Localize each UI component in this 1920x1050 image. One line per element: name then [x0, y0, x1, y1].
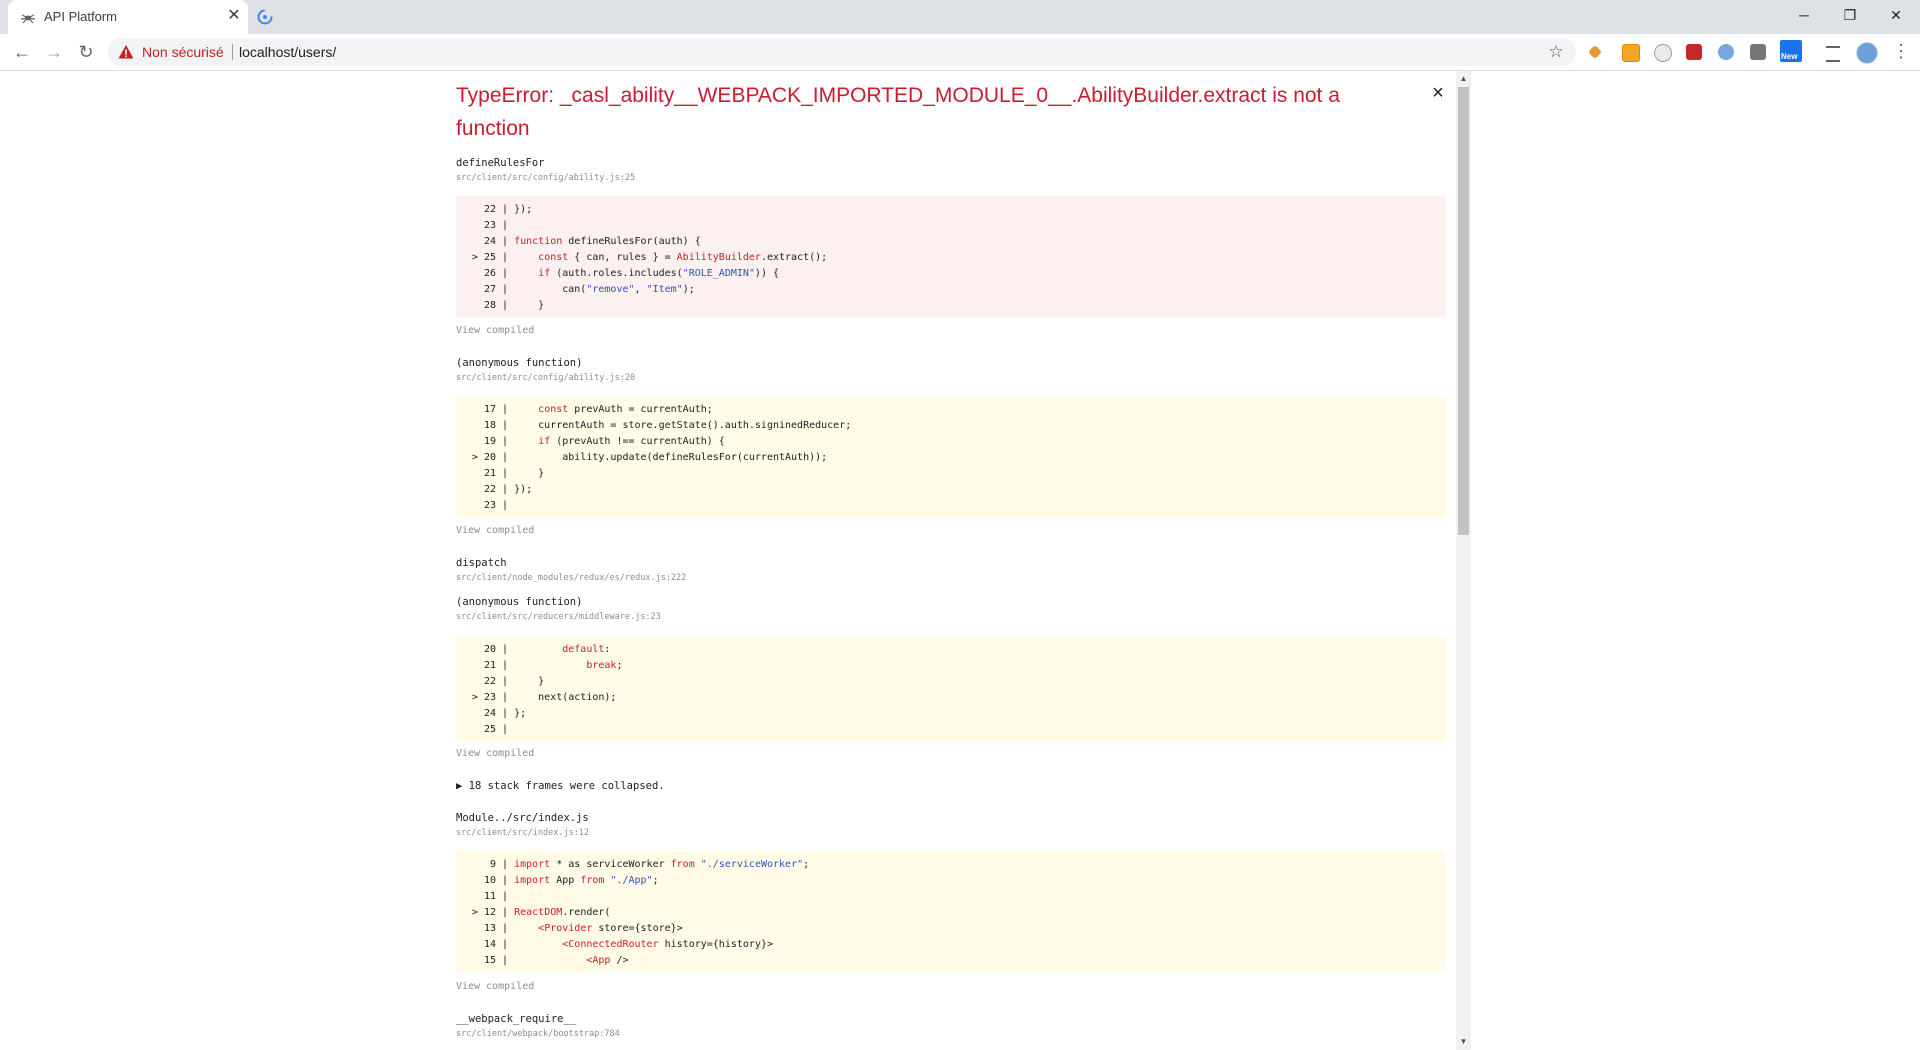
code-line: 18 | currentAuth = store.getState().auth… [471, 420, 852, 431]
code-block: 17 | const prevAuth = currentAuth; 18 | … [456, 396, 1446, 517]
code-line: > 12 | ReactDOM.render( [471, 907, 611, 918]
code-line: 11 | [471, 891, 509, 902]
code-line: 21 | break; [471, 660, 623, 671]
scroll-down-arrow-icon[interactable]: ▼ [1458, 1036, 1469, 1048]
view-compiled-link[interactable]: View compiled [456, 525, 534, 536]
code-line: > 23 | next(action); [471, 692, 617, 703]
honey-icon[interactable] [1622, 44, 1640, 62]
stack-frame-function: defineRulesFor [456, 157, 545, 169]
back-arrow-icon[interactable]: ← [8, 38, 36, 66]
tab-title: API Platform [44, 9, 117, 24]
code-line: 28 | } [471, 300, 545, 311]
code-line: 26 | if (auth.roles.includes("ROLE_ADMIN… [471, 268, 780, 279]
url-text[interactable]: localhost/users/ [239, 44, 336, 60]
spider-icon [20, 14, 36, 24]
code-line: > 20 | ability.update(defineRulesFor(cur… [471, 452, 828, 463]
tab-strip: API Platform ✕ ─ ❐ ✕ [0, 0, 1920, 34]
code-block: 9 | import * as serviceWorker from "./se… [456, 851, 1446, 972]
stack-frame-function: dispatch [456, 557, 507, 569]
profile-avatar[interactable] [1856, 42, 1878, 64]
stack-frame-function: (anonymous function) [456, 357, 583, 369]
code-line: 24 | }; [471, 708, 527, 719]
code-line: 9 | import * as serviceWorker from "./se… [471, 859, 810, 870]
address-bar[interactable]: Non sécurisé localhost/users/ ☆ [108, 38, 1576, 66]
error-title: TypeError: _casl_ability__WEBPACK_IMPORT… [456, 84, 1340, 140]
stack-frame-location[interactable]: src/client/node_modules/redux/es/redux.j… [456, 573, 686, 583]
code-line: 23 | [471, 220, 509, 231]
error-overlay: TypeError: _casl_ability__WEBPACK_IMPORT… [456, 71, 1448, 1050]
stack-frame-location[interactable]: src/client/src/config/ability.js:20 [456, 373, 635, 383]
more-menu-icon[interactable]: ⋮ [1892, 42, 1910, 62]
new-badge: New [1781, 52, 1798, 61]
code-line: 17 | const prevAuth = currentAuth; [471, 404, 713, 415]
react-devtools-icon[interactable] [1587, 44, 1603, 60]
scroll-up-arrow-icon[interactable]: ▲ [1458, 73, 1469, 85]
compass-icon[interactable] [1718, 44, 1734, 60]
maximize-button[interactable]: ❐ [1828, 0, 1872, 30]
new-extension-icon[interactable]: New [1780, 40, 1802, 62]
reading-list-icon[interactable] [1826, 46, 1840, 62]
view-compiled-link[interactable]: View compiled [456, 981, 534, 992]
code-line: 14 | <ConnectedRouter history={history}> [471, 939, 773, 950]
collapsed-frames-toggle[interactable]: ▶ 18 stack frames were collapsed. [456, 780, 665, 792]
code-line: 24 | function defineRulesFor(auth) { [471, 236, 701, 247]
view-compiled-link[interactable]: View compiled [456, 748, 534, 759]
forward-arrow-icon[interactable]: → [40, 38, 68, 66]
bookmark-star-icon[interactable]: ☆ [1546, 42, 1566, 62]
code-line: 19 | if (prevAuth !== currentAuth) { [471, 436, 725, 447]
timer-icon[interactable] [1654, 44, 1672, 62]
stack-frame-location[interactable]: src/client/src/config/ability.js:25 [456, 173, 635, 183]
reload-icon[interactable]: ↻ [72, 38, 100, 66]
stack-frame-location[interactable]: src/client/src/reducers/middleware.js:23 [456, 612, 661, 622]
view-compiled-link[interactable]: View compiled [456, 325, 534, 336]
code-line: 15 | <App /> [471, 955, 629, 966]
warning-icon [118, 45, 134, 59]
page-viewport: TypeError: _casl_ability__WEBPACK_IMPORT… [0, 71, 1920, 1050]
security-label[interactable]: Non sécurisé [142, 44, 224, 60]
browser-toolbar: ← → ↻ Non sécurisé localhost/users/ ☆ Ne… [0, 34, 1920, 71]
close-tab-icon[interactable]: ✕ [224, 6, 244, 26]
stack-frame-location[interactable]: src/client/src/index.js:12 [456, 828, 589, 838]
stack-frame-function: Module../src/index.js [456, 812, 589, 824]
stack-frame-location[interactable]: src/client/webpack/bootstrap:784 [456, 1029, 620, 1039]
stack-frame-function: (anonymous function) [456, 596, 583, 608]
omnibox-divider [232, 44, 233, 60]
close-window-button[interactable]: ✕ [1874, 0, 1918, 30]
camera-icon[interactable] [1750, 44, 1766, 60]
minimize-button[interactable]: ─ [1782, 0, 1826, 30]
code-line: 13 | <Provider store={store}> [471, 923, 683, 934]
code-block: 22 | }); 23 | 24 | function defineRulesF… [456, 196, 1446, 317]
code-block: 20 | default: 21 | break; 22 | } > 23 | n… [456, 636, 1446, 741]
code-line: 20 | default: [471, 644, 611, 655]
loading-tab-icon[interactable] [256, 8, 274, 26]
redux-icon[interactable] [1686, 44, 1702, 60]
stack-frame-function: __webpack_require__ [456, 1013, 577, 1025]
code-line: 22 | }); [471, 484, 533, 495]
code-line: 10 | import App from "./App"; [471, 875, 659, 886]
code-line: 23 | [471, 500, 509, 511]
close-icon[interactable]: × [1426, 81, 1450, 105]
code-line: 22 | }); [471, 204, 533, 215]
tab-api-platform[interactable]: API Platform ✕ [8, 0, 248, 34]
code-line: 25 | [471, 724, 509, 735]
code-line: 27 | can("remove", "Item"); [471, 284, 695, 295]
code-line: 22 | } [471, 676, 545, 687]
code-line: 21 | } [471, 468, 545, 479]
scrollbar-thumb[interactable] [1458, 87, 1469, 535]
code-line: > 25 | const { can, rules } = AbilityBui… [471, 252, 828, 263]
